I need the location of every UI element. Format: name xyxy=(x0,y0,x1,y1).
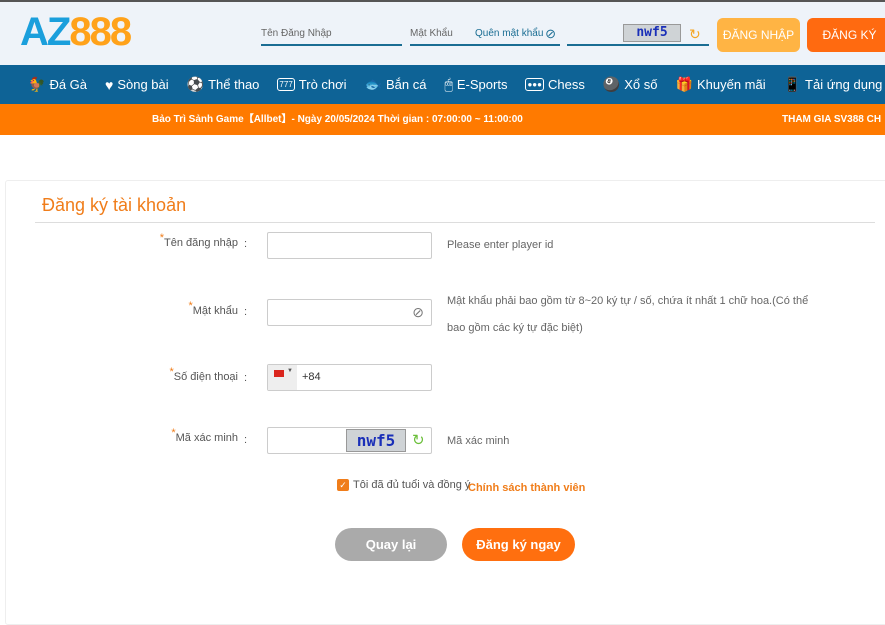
header: AZ888 Tên Đăng Nhập Mật Khẩu Quên mật kh… xyxy=(0,0,885,65)
nav-item-label: Khuyến mãi xyxy=(696,77,766,92)
country-selector[interactable]: ▼ xyxy=(268,365,297,390)
password-input[interactable]: ⊘ xyxy=(267,299,432,326)
nav-item-label: E-Sports xyxy=(456,77,508,92)
divider xyxy=(35,222,875,223)
header-captcha-input[interactable]: nwf5 ↻ xyxy=(567,24,709,46)
colon: : xyxy=(244,372,248,384)
nav-item-label: Thể thao xyxy=(208,77,260,92)
nav-item-label: Chess xyxy=(547,77,585,92)
nav-item-casino-chip[interactable]: ♥ Sòng bài xyxy=(105,77,169,93)
vietnam-flag-icon xyxy=(274,370,284,377)
fish-icon: 🐟 xyxy=(364,76,382,92)
logo[interactable]: AZ888 xyxy=(20,10,132,55)
password-label: *Mật khẩu xyxy=(188,300,238,317)
nav-item-lottery-ball[interactable]: 🎱 Xổ số xyxy=(603,76,658,93)
lottery-ball-icon: 🎱 xyxy=(602,76,621,92)
header-password-input[interactable]: Mật Khẩu Quên mật khẩu ⊘ xyxy=(410,24,560,46)
gift-icon: 🎁 xyxy=(675,76,693,92)
forgot-password-link[interactable]: Quên mật khẩu xyxy=(475,24,543,44)
captcha-input[interactable]: nwf5 ↻ xyxy=(267,427,432,454)
eye-slash-icon[interactable]: ⊘ xyxy=(412,304,424,321)
captcha-label: *Mã xác minh xyxy=(171,427,238,444)
register-now-button[interactable]: Đăng ký ngay xyxy=(462,528,575,561)
soccer-ball-icon: ⚽ xyxy=(186,76,205,92)
nav-item-label: Xổ số xyxy=(624,77,658,92)
header-username-input[interactable]: Tên Đăng Nhập xyxy=(261,24,402,46)
nav-item-chess[interactable]: ●●● Chess xyxy=(525,77,585,92)
username-label: *Tên đăng nhập xyxy=(159,232,238,249)
username-input[interactable] xyxy=(267,232,432,259)
password-hint: Mật khẩu phải bao gồm từ 8~20 ký tự / số… xyxy=(447,295,809,334)
colon: : xyxy=(244,434,248,446)
nav-item-fish[interactable]: 🐟 Bắn cá xyxy=(365,76,427,93)
back-button[interactable]: Quay lại xyxy=(335,528,447,561)
member-policy-link[interactable]: Chính sách thành viên xyxy=(468,482,585,494)
nav-item-mouse[interactable]: 🖱 E-Sports xyxy=(444,76,507,93)
captcha-hint: Mã xác minh xyxy=(447,435,510,447)
nav-item-soccer-ball[interactable]: ⚽ Thể thao xyxy=(187,76,260,93)
phone-value: +84 xyxy=(302,371,321,383)
slot-777-icon: 777 xyxy=(277,78,295,91)
nav-item-label: Bắn cá xyxy=(386,77,427,92)
announcement-marquee: Bảo Trì Sảnh Game【Allbet】- Ngày 20/05/20… xyxy=(0,104,885,135)
caret-down-icon: ▼ xyxy=(287,368,293,374)
captcha-image: nwf5 xyxy=(346,429,406,452)
marquee-text: THAM GIA SV388 CH xyxy=(782,114,882,125)
username-hint: Please enter player id xyxy=(447,239,554,251)
page-title: Đăng ký tài khoản xyxy=(42,195,187,215)
register-button[interactable]: ĐĂNG KÝ xyxy=(807,18,885,52)
agree-text: Tôi đã đủ tuổi và đồng ý xyxy=(353,479,471,491)
casino-chip-icon: ♥ xyxy=(105,76,114,93)
phone-label: *Số điện thoại xyxy=(169,366,239,383)
mouse-icon: 🖱 xyxy=(444,76,453,92)
colon: : xyxy=(244,306,248,318)
marquee-text: Bảo Trì Sảnh Game【Allbet】- Ngày 20/05/20… xyxy=(152,114,523,125)
eye-slash-icon[interactable]: ⊘ xyxy=(545,24,556,44)
nav-item-rooster[interactable]: 🐓 Đá Gà xyxy=(28,76,87,93)
nav-item-slot-777[interactable]: 777 Trò chơi xyxy=(277,77,347,92)
nav-item-label: Đá Gà xyxy=(49,77,88,92)
nav-item-gift[interactable]: 🎁 Khuyến mãi xyxy=(676,76,766,93)
nav-item-label: Tải ứng dụng xyxy=(805,77,883,92)
main-nav: 🐓 Đá Gà ♥ Sòng bài ⚽ Thể thao 777 Trò chơi 🐟 Bắn … xyxy=(0,65,885,104)
nav-item-label: Trò chơi xyxy=(298,77,347,92)
nav-item-mobile-download[interactable]: 📱 Tải ứng dụng xyxy=(784,76,883,93)
agree-checkbox[interactable]: ✓ xyxy=(337,479,349,491)
chess-icon: ●●● xyxy=(525,78,544,91)
mobile-download-icon: 📱 xyxy=(783,76,802,92)
rooster-icon: 🐓 xyxy=(28,76,46,92)
colon: : xyxy=(244,238,248,250)
phone-input[interactable]: ▼ +84 xyxy=(267,364,432,391)
login-button[interactable]: ĐĂNG NHẬP xyxy=(717,18,800,52)
refresh-icon[interactable]: ↻ xyxy=(689,24,701,44)
nav-item-label: Sòng bài xyxy=(117,77,169,92)
refresh-icon[interactable]: ↻ xyxy=(412,431,425,449)
captcha-image: nwf5 xyxy=(623,24,681,42)
